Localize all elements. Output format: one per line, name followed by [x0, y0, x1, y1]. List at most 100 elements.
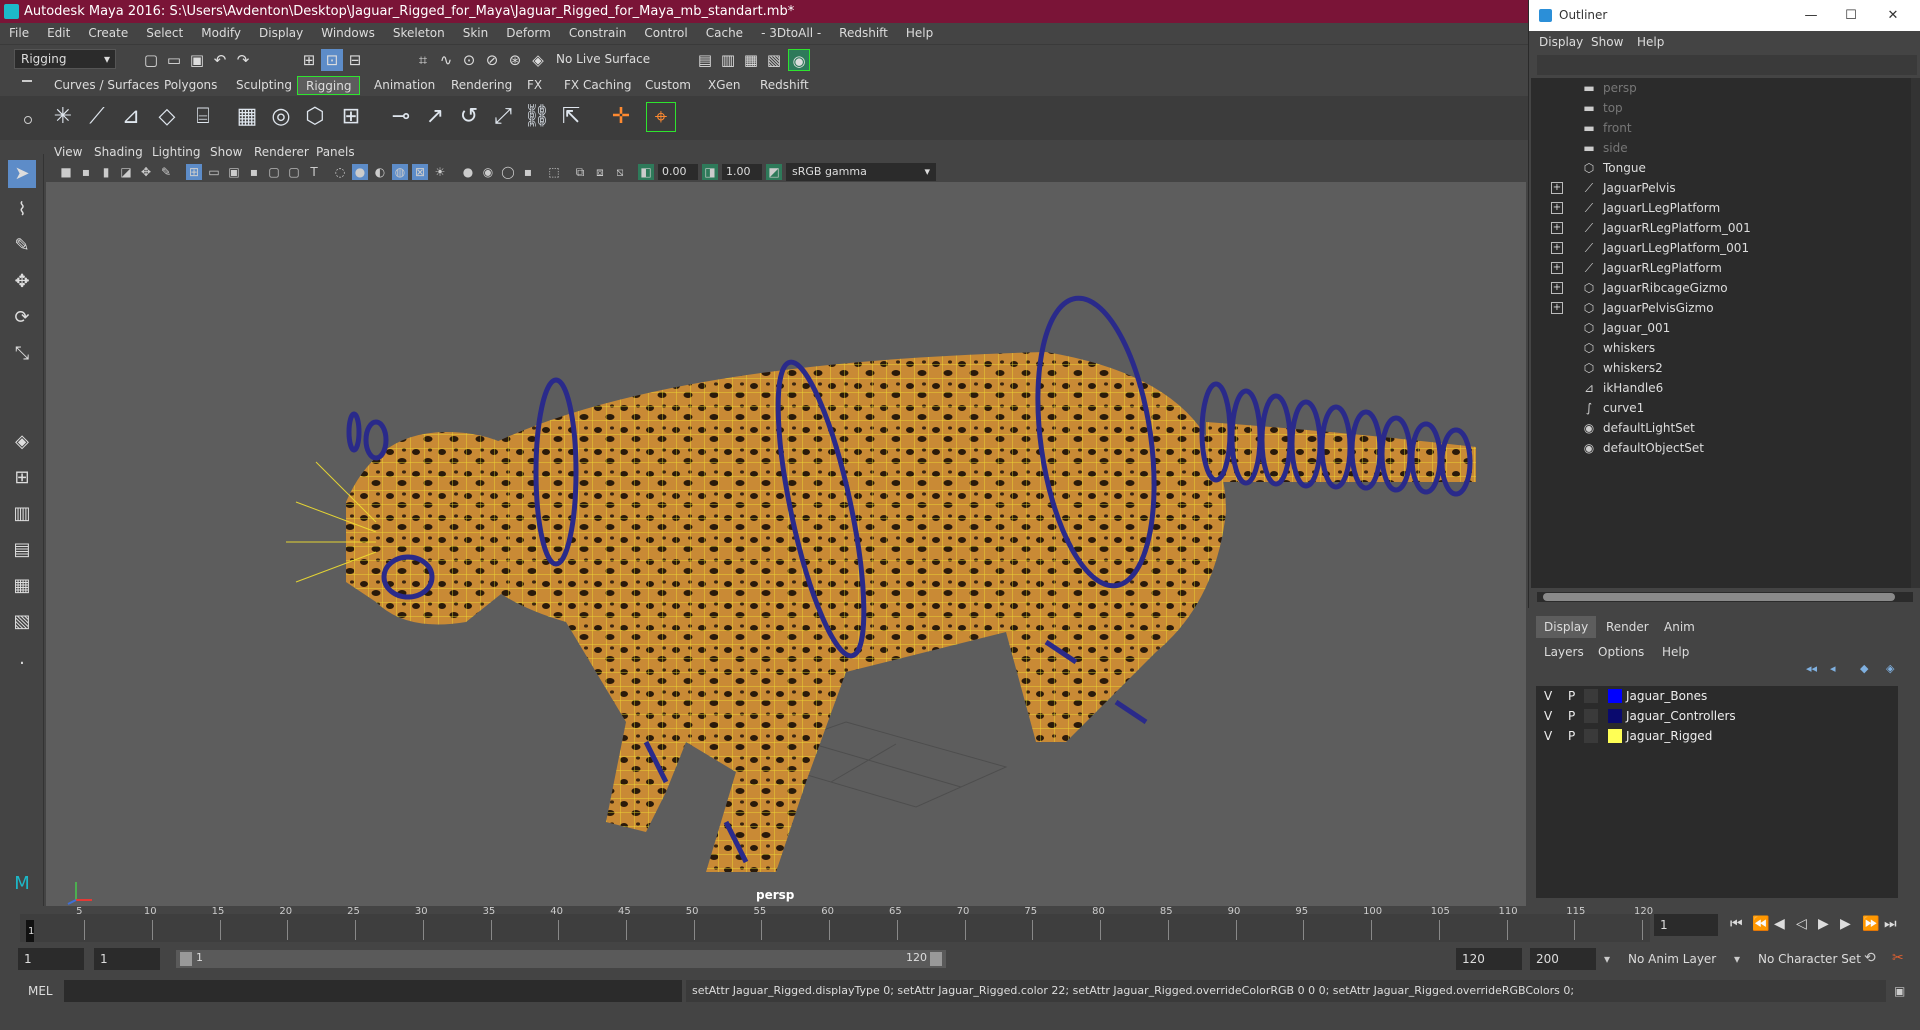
gamma-field[interactable]: 1.00 [722, 164, 762, 180]
layer-color-swatch[interactable] [1608, 689, 1622, 703]
menu-skin[interactable]: Skin [454, 23, 498, 44]
render-frame-icon[interactable]: ▦ [740, 49, 762, 71]
tab-render-layers[interactable]: Render [1598, 616, 1657, 638]
wireframe-on-shaded-icon[interactable]: ◍ [392, 164, 408, 180]
panel-menu-show[interactable]: Show [210, 145, 242, 159]
layer-row[interactable]: V P Jaguar_Bones [1536, 686, 1898, 706]
layer-playback-toggle[interactable]: P [1568, 686, 1575, 706]
outliner-item[interactable]: + ⟋ JaguarRLegPlatform_001 [1531, 218, 1911, 238]
tab-fx[interactable]: FX [519, 76, 550, 95]
layer-visibility-toggle[interactable]: V [1544, 706, 1552, 726]
color-management-icon[interactable]: ◩ [766, 164, 782, 180]
expand-icon[interactable]: + [1551, 282, 1563, 294]
new-layer-selected-icon[interactable]: ◈ [1886, 662, 1894, 675]
select-object-icon[interactable]: ⊡ [321, 49, 343, 71]
live-surface-field[interactable]: No Live Surface [556, 52, 650, 66]
use-all-lights-icon[interactable]: ☀ [432, 164, 448, 180]
render-view-icon[interactable]: ▥ [717, 49, 739, 71]
tab-custom[interactable]: Custom [637, 76, 699, 95]
range-start-handle[interactable] [180, 952, 192, 966]
shelf-menu-icon[interactable] [22, 80, 32, 82]
time-slider[interactable]: 1 5 10 15 20 25 30 35 40 45 50 55 60 65 70 75 80 85 90 95 1… [0, 906, 1920, 942]
close-icon[interactable]: ✕ [1873, 0, 1913, 31]
layer-menu-options[interactable]: Options [1598, 645, 1644, 659]
outliner-vertical-scrollbar[interactable] [1911, 78, 1920, 588]
expand-icon[interactable]: + [1551, 242, 1563, 254]
layer-playback-toggle[interactable]: P [1568, 706, 1575, 726]
expand-icon[interactable]: + [1551, 302, 1563, 314]
script-editor-icon[interactable]: ▣ [1894, 984, 1905, 998]
tab-curves-surfaces[interactable]: Curves / Surfaces [46, 76, 167, 95]
gamma-icon[interactable]: ◨ [702, 164, 718, 180]
more-layouts-icon[interactable]: · [8, 650, 36, 678]
interactive-bind-icon[interactable]: ⬡ [300, 102, 330, 132]
layer-color-swatch[interactable] [1608, 709, 1622, 723]
motion-blur-icon[interactable]: ◯ [500, 164, 516, 180]
image-plane-icon[interactable]: ◪ [118, 164, 134, 180]
tab-anim-layers[interactable]: Anim [1656, 616, 1703, 638]
maximize-icon[interactable]: ☐ [1831, 0, 1871, 31]
exposure-field[interactable]: 0.00 [658, 164, 698, 180]
panel-menu-panels[interactable]: Panels [316, 145, 355, 159]
exposure-icon[interactable]: ◧ [638, 164, 654, 180]
go-to-start-icon[interactable]: ⏮ [1730, 916, 1743, 932]
scrollbar-thumb[interactable] [1543, 593, 1895, 601]
panel-menu-shading[interactable]: Shading [94, 145, 143, 159]
select-hierarchy-icon[interactable]: ⊞ [298, 49, 320, 71]
layer-menu-help[interactable]: Help [1662, 645, 1689, 659]
quick-rig-icon[interactable]: ⊞ [336, 102, 366, 132]
move-layer-up-icon[interactable]: ◂◂ [1806, 662, 1817, 675]
current-frame-field[interactable]: 1 [1654, 914, 1718, 936]
menu-3dtoall[interactable]: - 3DtoAll - [752, 23, 830, 44]
outliner-menu-display[interactable]: Display [1539, 35, 1583, 49]
select-tool-icon[interactable]: ➤ [8, 160, 36, 188]
outliner-item[interactable]: ∫ curve1 [1531, 398, 1911, 418]
tab-sculpting[interactable]: Sculpting [228, 76, 300, 95]
bind-skin-icon[interactable]: ▦ [232, 102, 262, 132]
minimize-icon[interactable]: — [1791, 0, 1831, 31]
outliner-search-field[interactable] [1537, 55, 1917, 75]
paint-select-icon[interactable]: ✎ [8, 232, 36, 260]
outliner-item[interactable]: ▬ front [1531, 118, 1911, 138]
move-layer-down-icon[interactable]: ◂ [1830, 662, 1836, 675]
open-scene-icon[interactable]: ▭ [163, 49, 185, 71]
character-set-dropdown[interactable]: No Character Set [1752, 948, 1862, 970]
range-end-handle[interactable] [930, 952, 942, 966]
redo-icon[interactable]: ↷ [232, 49, 254, 71]
hypershade-layout-icon[interactable]: ▦ [8, 572, 36, 600]
new-scene-icon[interactable]: ▢ [140, 49, 162, 71]
panel-menu-view[interactable]: View [54, 145, 82, 159]
perspective-viewport[interactable]: persp [46, 182, 1526, 906]
snap-point-icon[interactable]: ⊙ [458, 49, 480, 71]
undo-icon[interactable]: ↶ [209, 49, 231, 71]
smooth-shade-icon[interactable]: ● [352, 164, 368, 180]
safe-title-icon[interactable]: T [306, 164, 322, 180]
bookmark-icon[interactable]: ▮ [98, 164, 114, 180]
layer-color-swatch[interactable] [1608, 729, 1622, 743]
outliner-item[interactable]: ⬡ Tongue [1531, 158, 1911, 178]
outliner-item[interactable]: ▬ side [1531, 138, 1911, 158]
outliner-item[interactable]: + ⟋ JaguarLLegPlatform [1531, 198, 1911, 218]
layer-display-type-toggle[interactable] [1584, 709, 1598, 723]
outliner-item[interactable]: ⊿ ikHandle6 [1531, 378, 1911, 398]
anim-end-field[interactable]: 120 [1456, 948, 1522, 970]
command-input[interactable] [64, 980, 682, 1002]
script-editor-layout-icon[interactable]: ▧ [8, 608, 36, 636]
outliner-item[interactable]: + ⟋ JaguarLLegPlatform_001 [1531, 238, 1911, 258]
tab-rendering[interactable]: Rendering [443, 76, 520, 95]
parent-constraint-icon[interactable]: ⛓ [522, 102, 552, 132]
snap-view-icon[interactable]: ⊘ [481, 49, 503, 71]
range-bar[interactable]: 1 120 [176, 950, 946, 968]
four-view-icon[interactable]: ⊞ [8, 464, 36, 492]
outliner-item[interactable]: + ⬡ JaguarRibcageGizmo [1531, 278, 1911, 298]
end-time-field[interactable]: 200 [1530, 948, 1596, 970]
scale-tool-icon[interactable]: ⤡ [8, 340, 36, 368]
play-back-icon[interactable]: ◁ [1796, 916, 1807, 932]
outliner-menu-help[interactable]: Help [1637, 35, 1664, 49]
menu-control[interactable]: Control [635, 23, 696, 44]
2d-pan-icon[interactable]: ✥ [138, 164, 154, 180]
layer-menu-layers[interactable]: Layers [1544, 645, 1584, 659]
tab-redshift[interactable]: Redshift [752, 76, 817, 95]
menu-select[interactable]: Select [137, 23, 192, 44]
panel-menu-lighting[interactable]: Lighting [152, 145, 201, 159]
